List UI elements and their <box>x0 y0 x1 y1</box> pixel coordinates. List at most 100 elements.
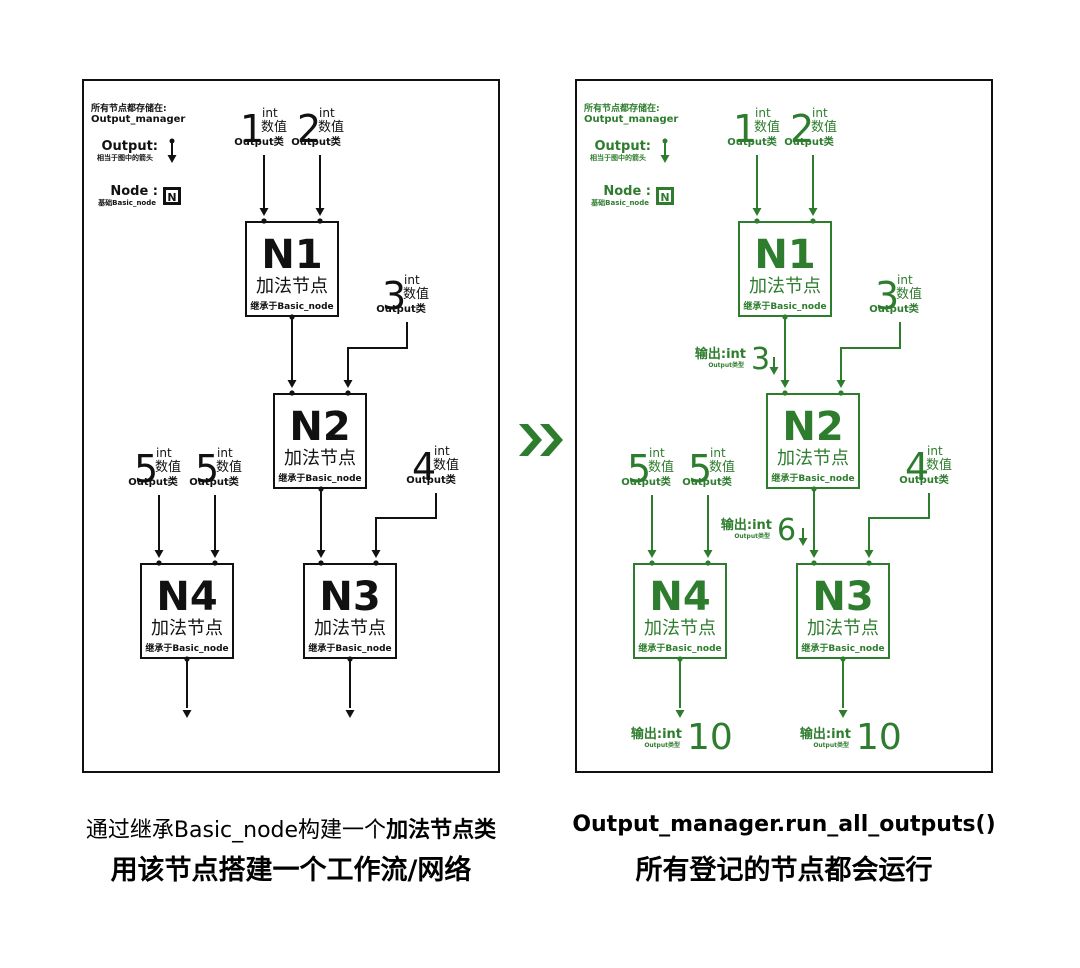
connector-dot <box>705 560 711 566</box>
input-type-label: int <box>319 106 335 120</box>
node-kind-label: 加法节点 <box>807 618 879 639</box>
arrow-head <box>647 550 657 558</box>
connector-dot <box>345 390 351 396</box>
output-value: 10 <box>687 717 733 758</box>
input-value-word: 数值 <box>896 286 922 302</box>
input-type-label: int <box>404 273 420 287</box>
caption-left-plain: 通过继承Basic_node构建一个 <box>85 818 387 843</box>
node-title-N1: N1 <box>754 232 815 278</box>
output-prefix-label: 输出:int <box>695 346 746 362</box>
node-title-N1: N1 <box>261 232 322 278</box>
input-type-label: int <box>897 273 913 287</box>
legend-output-title: Output: <box>102 139 159 154</box>
input-output-label: Output类 <box>189 475 238 488</box>
arrow-head <box>780 380 790 388</box>
node-title-N4: N4 <box>156 574 217 620</box>
output-sub-label: Output类型 <box>813 741 849 749</box>
connector-dot <box>318 560 324 566</box>
input-value-word: 数值 <box>926 457 952 473</box>
input-type-label: int <box>156 446 172 460</box>
legend-storage-line2: Output_manager <box>91 114 185 125</box>
node-title-N4: N4 <box>649 574 710 620</box>
input-value-word: 数值 <box>155 459 181 475</box>
connector-dot <box>811 560 817 566</box>
chevron-right-icon <box>540 424 563 456</box>
diagram-right-group: 所有节点都存储在:Output_manager Output:相当于图中的箭头 No… <box>584 102 952 758</box>
caption-right-line1: Output_manager.run_all_outputs() <box>572 812 996 837</box>
arrow-head <box>343 380 353 388</box>
input-type-label: int <box>755 106 771 120</box>
arrow-head <box>167 155 177 163</box>
input-output-label: Output类 <box>869 302 918 315</box>
connection-line <box>347 322 408 380</box>
output-prefix-label: 输出:int <box>800 726 851 742</box>
arrow-head <box>808 208 818 216</box>
node-kind-label: 加法节点 <box>314 618 386 639</box>
input-value-word: 数值 <box>261 119 287 135</box>
legend-node-icon-letter: N <box>660 191 669 204</box>
arrow-head <box>316 550 326 558</box>
connector-dot <box>156 560 162 566</box>
input-value-word: 数值 <box>811 119 837 135</box>
arrow-head <box>259 208 269 216</box>
node-kind-label: 加法节点 <box>256 276 328 297</box>
connector-dot <box>649 560 655 566</box>
legend-storage-line1: 所有节点都存储在: <box>584 102 660 114</box>
input-output-label: Output类 <box>621 475 670 488</box>
input-output-label: Output类 <box>376 302 425 315</box>
legend-node-desc: 基础Basic_node <box>97 198 156 207</box>
legend-node-title: Node : <box>603 184 651 199</box>
connector-dot <box>212 560 218 566</box>
output-sub-label: Output类型 <box>734 532 770 540</box>
node-title-N3: N3 <box>812 574 873 620</box>
legend-storage-line1: 所有节点都存储在: <box>91 102 167 114</box>
arrow-head <box>182 710 192 718</box>
caption-left-line2: 用该节点搭建一个工作流/网络 <box>110 855 472 886</box>
connector-dot <box>810 218 816 224</box>
arrow-head <box>660 155 670 163</box>
arrow-head <box>798 538 808 546</box>
node-inherit-label: 继承于Basic_node <box>278 472 361 484</box>
chevron-right-icon <box>519 424 542 456</box>
arrow-head <box>315 208 325 216</box>
node-kind-label: 加法节点 <box>284 448 356 469</box>
connector-dot <box>754 218 760 224</box>
output-value: 3 <box>751 342 770 377</box>
input-value-word: 数值 <box>216 459 242 475</box>
legend-output-title: Output: <box>595 139 652 154</box>
arrow-head <box>752 208 762 216</box>
connector-dot <box>289 390 295 396</box>
input-output-label: Output类 <box>682 475 731 488</box>
caption-left-line1: 通过继承Basic_node构建一个加法节点类 <box>82 812 500 844</box>
input-type-label: int <box>217 446 233 460</box>
connection-line <box>375 493 437 550</box>
input-output-label: Output类 <box>784 135 833 148</box>
input-output-label: Output类 <box>234 135 283 148</box>
arrow-head <box>287 380 297 388</box>
legend-node-title: Node : <box>110 184 158 199</box>
legend-node-icon-letter: N <box>167 191 176 204</box>
input-output-label: Output类 <box>406 473 455 486</box>
arrow-head <box>210 550 220 558</box>
node-inherit-label: 继承于Basic_node <box>250 300 333 312</box>
double-chevron-right-icon <box>519 424 563 456</box>
output-prefix-label: 输出:int <box>721 517 772 533</box>
output-prefix-label: 输出:int <box>631 726 682 742</box>
caption-right-line2: 所有登记的节点都会运行 <box>635 855 933 886</box>
input-value-word: 数值 <box>754 119 780 135</box>
node-title-N2: N2 <box>782 404 843 450</box>
caption-left-bold: 加法节点类 <box>386 818 497 843</box>
node-inherit-label: 继承于Basic_node <box>638 642 721 654</box>
arrow-head <box>838 710 848 718</box>
input-type-label: int <box>812 106 828 120</box>
legend-storage-line2: Output_manager <box>584 114 678 125</box>
connector-dot <box>866 560 872 566</box>
connector-dot <box>317 218 323 224</box>
node-title-N3: N3 <box>319 574 380 620</box>
output-value: 6 <box>777 513 796 548</box>
arrow-head <box>154 550 164 558</box>
node-kind-label: 加法节点 <box>777 448 849 469</box>
input-value-word: 数值 <box>403 286 429 302</box>
input-output-label: Output类 <box>899 473 948 486</box>
arrow-head <box>809 550 819 558</box>
